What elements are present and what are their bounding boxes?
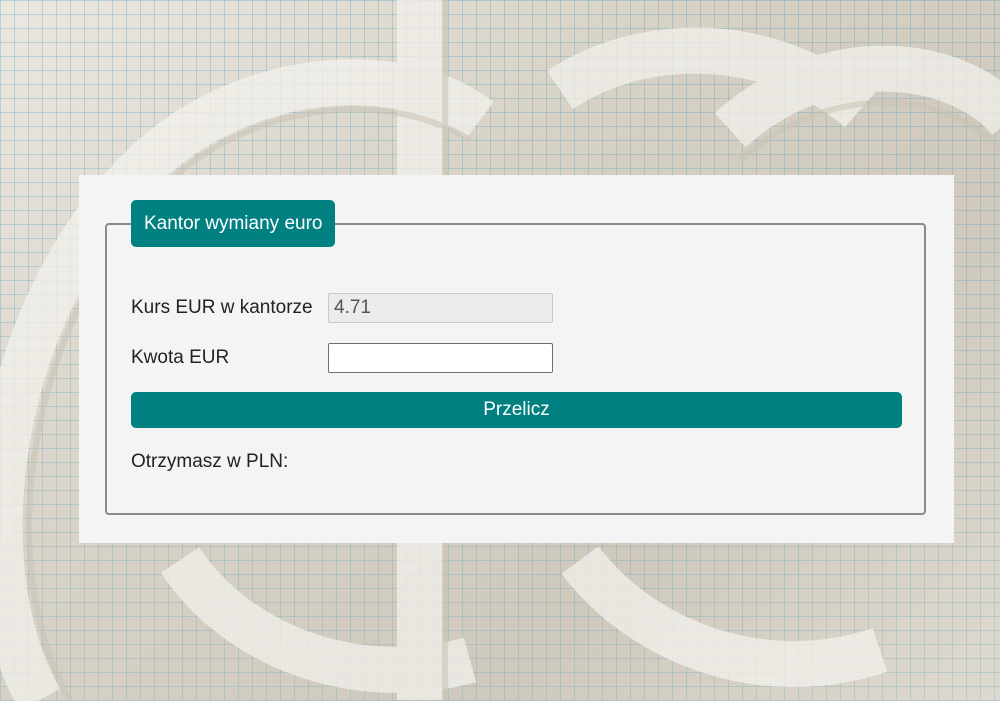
amount-input[interactable] — [328, 343, 553, 373]
result-label: Otrzymasz w PLN: — [131, 451, 289, 472]
convert-button[interactable]: Przelicz — [131, 392, 902, 428]
amount-label: Kwota EUR — [131, 347, 230, 368]
exchange-form-panel: Kantor wymiany euro Kurs EUR w kantorze … — [79, 175, 954, 543]
rate-input[interactable] — [328, 293, 553, 323]
rate-label: Kurs EUR w kantorze — [131, 297, 313, 318]
form-legend: Kantor wymiany euro — [131, 200, 336, 247]
